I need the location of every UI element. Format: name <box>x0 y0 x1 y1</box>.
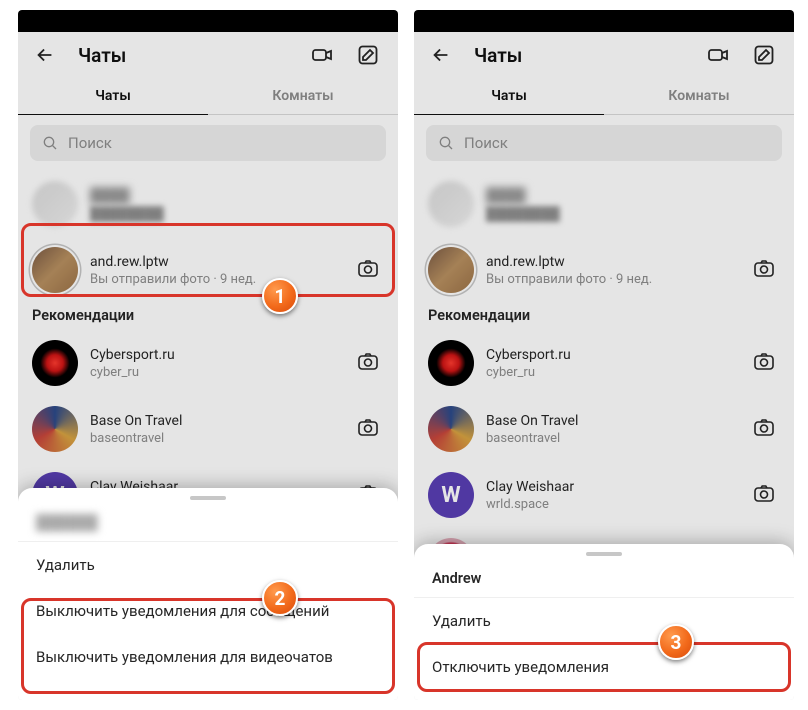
camera-icon[interactable] <box>748 252 780 288</box>
avatar <box>428 340 474 386</box>
chat-sub: Вы отправили фото · 9 нед. <box>486 272 736 287</box>
status-bar <box>18 10 398 32</box>
avatar <box>32 247 78 293</box>
header: Чаты <box>18 32 398 78</box>
rec-sub: baseontravel <box>90 431 340 446</box>
search-input[interactable]: Поиск <box>426 125 782 161</box>
rec-sub: baseontravel <box>486 431 736 446</box>
search-input[interactable]: Поиск <box>30 125 386 161</box>
tab-rooms[interactable]: Комнаты <box>604 78 794 114</box>
camera-icon[interactable] <box>352 252 384 288</box>
right-screenshot: Чаты Чаты Комнаты Поиск <box>414 10 794 700</box>
camera-icon[interactable] <box>352 345 384 381</box>
chat-row[interactable]: and.rew.lptw Вы отправили фото · 9 нед. <box>18 237 398 303</box>
sheet-handle[interactable] <box>586 552 622 556</box>
search-placeholder: Поиск <box>68 134 112 152</box>
tab-chats[interactable]: Чаты <box>414 78 604 115</box>
rec-name: Cybersport.ru <box>90 347 340 363</box>
chat-sub: Вы отправили фото · 9 нед. <box>90 272 340 287</box>
compose-icon[interactable] <box>748 39 780 71</box>
camera-icon[interactable] <box>748 345 780 381</box>
rec-sub: cyber_ru <box>90 365 340 380</box>
left-screenshot: Чаты Чаты Комнаты Поиск <box>18 10 398 700</box>
chat-name: and.rew.lptw <box>90 254 340 270</box>
rec-sub: wrld.space <box>486 497 736 512</box>
rec-row[interactable]: Cybersport.ru cyber_ru <box>414 330 794 396</box>
action-sheet: Andrew Удалить Отключить уведомления <box>414 544 794 700</box>
rec-row[interactable]: Cybersport.ru cyber_ru <box>18 330 398 396</box>
search-icon <box>438 135 454 151</box>
tab-rooms[interactable]: Комнаты <box>208 78 398 114</box>
search-placeholder: Поиск <box>464 134 508 152</box>
chat-sub: ████████ <box>90 206 384 222</box>
chat-name: ████ <box>90 187 384 204</box>
recommendations-label: Рекомендации <box>414 303 794 330</box>
back-icon[interactable] <box>28 38 62 72</box>
chat-name: and.rew.lptw <box>486 254 736 270</box>
sheet-delete[interactable]: Удалить <box>414 598 794 644</box>
rec-name: Clay Weishaar <box>486 479 736 495</box>
status-bar <box>414 10 794 32</box>
back-icon[interactable] <box>424 38 458 72</box>
avatar <box>32 406 78 452</box>
sheet-handle[interactable] <box>190 496 226 500</box>
action-sheet: ██████ Удалить Выключить уведомления для… <box>18 488 398 700</box>
video-call-icon[interactable] <box>702 39 734 71</box>
sheet-mute-video[interactable]: Выключить уведомления для видеочатов <box>18 634 398 680</box>
recommendations-label: Рекомендации <box>18 303 398 330</box>
rec-name: Base On Travel <box>486 413 736 429</box>
chat-row-blurred[interactable]: ████ ████████ <box>18 171 398 237</box>
tab-chats[interactable]: Чаты <box>18 78 208 115</box>
search-icon <box>42 135 58 151</box>
camera-icon[interactable] <box>352 411 384 447</box>
video-call-icon[interactable] <box>306 39 338 71</box>
tabs: Чаты Комнаты <box>18 78 398 115</box>
sheet-title: Andrew <box>414 562 794 597</box>
sheet-disable-notifications[interactable]: Отключить уведомления <box>414 644 794 690</box>
sheet-title: ██████ <box>18 506 398 541</box>
avatar <box>428 181 474 227</box>
page-title: Чаты <box>474 44 702 67</box>
chat-name: ████ <box>486 187 780 204</box>
compose-icon[interactable] <box>352 39 384 71</box>
avatar <box>32 181 78 227</box>
rec-row[interactable]: Base On Travel baseontravel <box>18 396 398 462</box>
chat-sub: ████████ <box>486 206 780 222</box>
rec-row[interactable]: Base On Travel baseontravel <box>414 396 794 462</box>
rec-sub: cyber_ru <box>486 365 736 380</box>
camera-icon[interactable] <box>748 477 780 513</box>
tabs: Чаты Комнаты <box>414 78 794 115</box>
chat-row[interactable]: and.rew.lptw Вы отправили фото · 9 нед. <box>414 237 794 303</box>
avatar: W <box>428 472 474 518</box>
rec-name: Cybersport.ru <box>486 347 736 363</box>
avatar <box>32 340 78 386</box>
rec-name: Base On Travel <box>90 413 340 429</box>
camera-icon[interactable] <box>748 411 780 447</box>
avatar <box>428 247 474 293</box>
sheet-delete[interactable]: Удалить <box>18 542 398 588</box>
sheet-mute-messages[interactable]: Выключить уведомления для сообщений <box>18 588 398 634</box>
page-title: Чаты <box>78 44 306 67</box>
avatar <box>428 406 474 452</box>
chat-row-blurred[interactable]: ████ ████████ <box>414 171 794 237</box>
rec-row[interactable]: W Clay Weishaar wrld.space <box>414 462 794 528</box>
header: Чаты <box>414 32 794 78</box>
